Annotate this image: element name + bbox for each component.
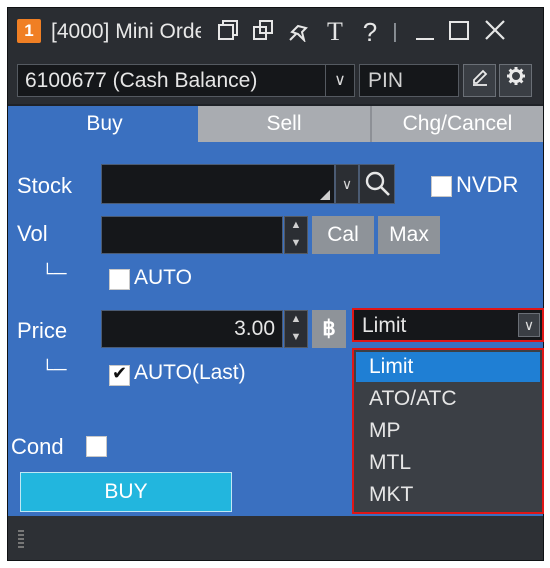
price-auto-checkbox[interactable] [109,363,130,386]
status-bar [8,516,543,560]
price-input[interactable]: 3.00 [101,310,283,348]
cond-checkbox[interactable] [86,436,107,457]
max-button[interactable]: Max [378,216,440,254]
tab-chg-cancel[interactable]: Chg/Cancel [372,106,543,142]
price-stepper[interactable]: ▲ ▼ [284,310,308,348]
stock-label: Stock [17,173,73,198]
order-type-value: Limit [362,314,407,337]
title-bar: 1 [4000] Mini Order T ? | [8,8,543,56]
vol-label: Vol [17,221,48,246]
cond-label: Cond [11,434,64,459]
price-label: Price [17,318,68,343]
cal-button[interactable]: Cal [312,216,374,254]
vol-auto-label: AUTO [134,266,192,289]
mini-order-window: 1 [4000] Mini Order T ? | 6100677 (Cash … [7,7,544,561]
edit-icon[interactable] [463,64,496,97]
gear-icon[interactable] [499,64,532,97]
pin-tool-icon[interactable] [284,18,316,47]
vol-stepper[interactable]: ▲ ▼ [284,216,308,254]
help-icon[interactable]: ? [356,18,384,46]
price-value: 3.00 [234,317,275,340]
account-select[interactable]: 6100677 (Cash Balance) ∨ [17,64,355,97]
grip-handle-icon[interactable] [18,530,24,550]
font-icon[interactable]: T [320,18,350,46]
tab-buy[interactable]: Buy [11,106,198,142]
option-mtl[interactable]: MTL [356,448,540,478]
option-ato-atc[interactable]: ATO/ATC [356,384,540,414]
close-icon[interactable] [480,18,510,46]
window-restore-icon[interactable] [213,18,243,46]
option-mp[interactable]: MP [356,416,540,446]
maximize-icon[interactable] [444,18,474,46]
vol-input[interactable] [101,216,283,254]
pin-input[interactable]: PIN [359,64,459,97]
search-icon[interactable] [359,164,395,204]
account-bar: 6100677 (Cash Balance) ∨ PIN [8,56,543,104]
title-separator: | [392,21,398,43]
baht-icon[interactable]: ฿ [312,310,346,348]
stock-input[interactable] [101,164,335,204]
tree-connector: └─ [41,359,67,379]
window-number-badge: 1 [17,19,41,43]
nvdr-checkbox[interactable] [431,176,452,197]
option-mkt[interactable]: MKT [356,480,540,510]
popout-icon[interactable] [248,18,278,46]
order-type-options: Limit ATO/ATC MP MTL MKT [352,348,544,514]
buy-button[interactable]: BUY [20,472,232,512]
tab-sell[interactable]: Sell [198,106,372,142]
order-type-select[interactable]: Limit ∨ [352,308,544,342]
option-limit[interactable]: Limit [356,352,540,382]
account-value: 6100677 (Cash Balance) [25,69,258,92]
vol-auto-checkbox[interactable] [109,269,130,290]
price-auto-label: AUTO(Last) [134,361,246,384]
chevron-down-icon[interactable]: ∨ [518,313,540,337]
nvdr-label: NVDR [456,172,519,197]
resize-corner-icon [320,190,330,200]
minimize-icon[interactable] [410,18,440,46]
stock-dropdown-icon[interactable]: ∨ [335,164,359,204]
chevron-down-icon[interactable]: ∨ [325,65,354,96]
window-title: [4000] Mini Order [51,20,201,43]
tree-connector: └─ [41,263,67,283]
